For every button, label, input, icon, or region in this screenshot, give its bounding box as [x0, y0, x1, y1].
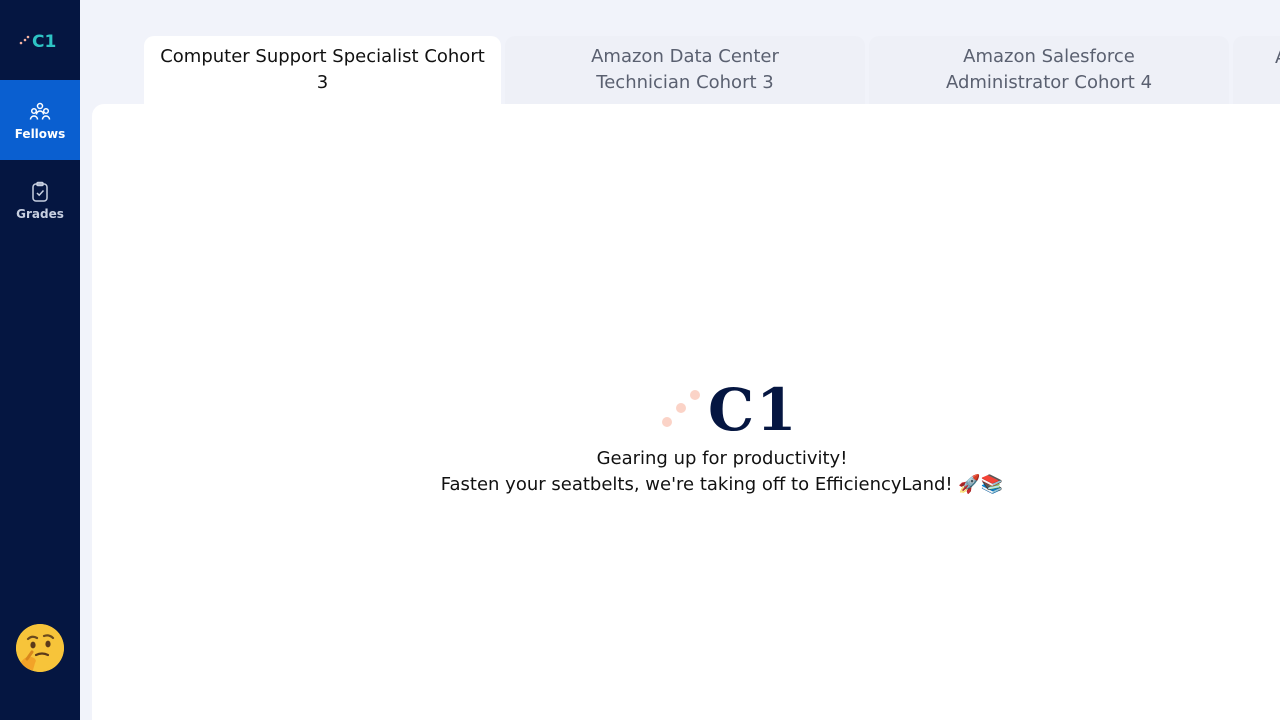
- loading-message-line2: Fasten your seatbelts, we're taking off …: [440, 474, 1004, 495]
- tab-label: Amazon Salesforce Administrator Cohort 4: [945, 46, 1153, 93]
- thinking-face-icon: [16, 624, 64, 672]
- sidebar-item-label: Grades: [16, 206, 64, 221]
- loading-state: C1 Gearing up for productivity! Fasten y…: [92, 374, 1280, 498]
- people-group-icon: [29, 102, 51, 120]
- tab-label: Computer Support Specialist Cohort 3: [160, 46, 485, 93]
- avatar[interactable]: [16, 624, 64, 672]
- cohort-tabs: Computer Support Specialist Cohort 3 Ama…: [144, 36, 1280, 104]
- c1-logo: C1: [662, 376, 792, 436]
- sidebar-item-grades[interactable]: Grades: [0, 160, 80, 240]
- tab-label: A: [1275, 45, 1280, 71]
- svg-text:C1: C1: [708, 376, 792, 436]
- tab-label: Amazon Data Center Technician Cohort 3: [591, 46, 779, 93]
- tab-next-cohort[interactable]: A: [1233, 36, 1280, 104]
- c1-logo[interactable]: C1: [18, 28, 62, 52]
- loading-message-line1: Gearing up for productivity!: [596, 448, 848, 469]
- sidebar-item-label: Fellows: [14, 126, 66, 141]
- tab-amazon-salesforce-administrator-cohort-4[interactable]: Amazon Salesforce Administrator Cohort 4: [869, 36, 1229, 104]
- main-panel: C1 Gearing up for productivity! Fasten y…: [92, 104, 1280, 720]
- sidebar: C1 Fellows Grades: [0, 0, 80, 720]
- tab-computer-support-specialist-cohort-3[interactable]: Computer Support Specialist Cohort 3: [144, 36, 501, 104]
- clipboard-check-icon: [32, 181, 48, 202]
- tab-amazon-data-center-technician-cohort-3[interactable]: Amazon Data Center Technician Cohort 3: [505, 36, 865, 104]
- svg-text:C1: C1: [32, 32, 56, 52]
- sidebar-item-fellows[interactable]: Fellows: [0, 80, 80, 160]
